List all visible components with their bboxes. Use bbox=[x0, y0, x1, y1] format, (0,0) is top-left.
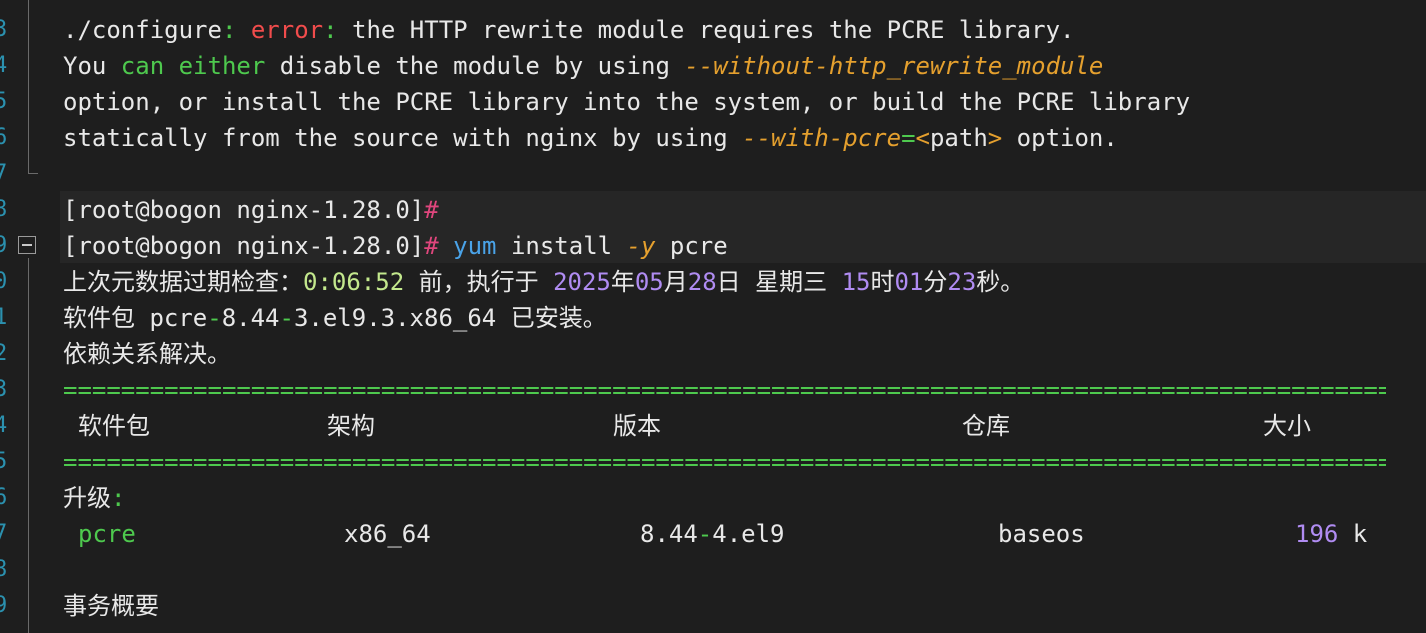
colon: : bbox=[221, 16, 237, 44]
error-line-4: statically from the source with nginx by… bbox=[63, 120, 1118, 156]
metadata-line: 上次元数据过期检查：0:06:52 前，执行于 2025年05月28日 星期三 … bbox=[63, 264, 1024, 300]
error-keyword: error bbox=[250, 16, 324, 44]
month: 05 bbox=[634, 268, 664, 296]
line-number: 6 bbox=[0, 125, 8, 150]
line-number: 7 bbox=[0, 161, 8, 186]
line-number: 1 bbox=[0, 305, 8, 330]
line-number: 8 bbox=[0, 197, 8, 222]
line-number: 5 bbox=[0, 89, 8, 114]
keyword-can: can bbox=[120, 52, 165, 80]
row-size: 196 k bbox=[1295, 516, 1367, 552]
second: 23 bbox=[947, 268, 977, 296]
option-with-pcre: --with-pcre bbox=[742, 124, 902, 152]
header-size: 大小 bbox=[1263, 412, 1311, 440]
error-message: the HTTP rewrite module requires the PCR… bbox=[337, 16, 1075, 44]
deps-line: 依赖关系解决。 bbox=[63, 340, 231, 368]
prompt-hash: # bbox=[424, 232, 439, 260]
text: You bbox=[63, 52, 121, 80]
error-line-2: You can either disable the module by usi… bbox=[63, 48, 1103, 84]
line-number: 7 bbox=[0, 521, 8, 546]
elapsed-time: 0:06:52 bbox=[303, 268, 405, 296]
text: 4.el9 bbox=[712, 520, 785, 548]
row-arch: x86_64 bbox=[344, 520, 431, 548]
summary-line: 事务概要 bbox=[63, 592, 159, 620]
row-package: pcre bbox=[78, 520, 136, 548]
fold-end-tick bbox=[28, 173, 38, 174]
upgrade-label: 升级: bbox=[63, 480, 125, 516]
line-number: 3 bbox=[0, 17, 8, 42]
line-number: 9 bbox=[0, 233, 8, 258]
text: option. bbox=[1002, 124, 1118, 152]
equals: = bbox=[901, 124, 916, 152]
minute: 01 bbox=[894, 268, 924, 296]
fold-guide bbox=[28, 0, 29, 174]
command-install: install bbox=[496, 232, 627, 260]
prompt-line-2: [root@bogon nginx-1.28.0]# yum install -… bbox=[63, 228, 728, 264]
text: 上次元数据过期检查： bbox=[63, 268, 303, 296]
row-version: 8.44-4.el9 bbox=[640, 516, 785, 552]
text: 8.44 bbox=[640, 520, 698, 548]
row-repo: baseos bbox=[998, 520, 1085, 548]
shell-prompt: [root@bogon nginx-1.28.0] bbox=[63, 232, 425, 260]
line-number: 6 bbox=[0, 485, 8, 510]
dash: - bbox=[207, 304, 222, 332]
text: 年 bbox=[610, 268, 635, 296]
header-repo: 仓库 bbox=[962, 412, 1010, 440]
text: 时 bbox=[870, 268, 895, 296]
fold-guide bbox=[28, 258, 29, 633]
option-without-rewrite: --without-http_rewrite_module bbox=[684, 52, 1104, 80]
line-number: 2 bbox=[0, 341, 8, 366]
path-placeholder: path bbox=[929, 124, 988, 152]
prompt-hash: # bbox=[424, 196, 439, 224]
angle-open: < bbox=[915, 124, 930, 152]
text: 前，执行于 bbox=[404, 268, 554, 296]
hour: 15 bbox=[841, 268, 871, 296]
version: 8.44 bbox=[221, 304, 280, 332]
command-package: pcre bbox=[655, 232, 728, 260]
text: 分 bbox=[923, 268, 948, 296]
text: 秒。 bbox=[976, 268, 1025, 296]
colon: : bbox=[111, 484, 126, 512]
dash: - bbox=[279, 304, 294, 332]
error-line-3: option, or install the PCRE library into… bbox=[63, 88, 1191, 116]
line-gutter: 3 4 5 6 7 8 9 0 1 2 3 4 5 6 7 8 9 bbox=[0, 0, 14, 633]
header-arch: 架构 bbox=[327, 412, 375, 440]
prompt-line-1: [root@bogon nginx-1.28.0]# bbox=[63, 192, 439, 228]
day: 28 bbox=[687, 268, 717, 296]
line-number: 3 bbox=[0, 377, 8, 402]
keyword-either: either bbox=[178, 52, 266, 80]
text: statically from the source with nginx by… bbox=[63, 124, 743, 152]
line-number: 9 bbox=[0, 593, 8, 618]
line-number: 8 bbox=[0, 557, 8, 582]
command-yum: yum bbox=[453, 232, 497, 260]
year: 2025 bbox=[553, 268, 611, 296]
header-version: 版本 bbox=[613, 412, 661, 440]
colon: : bbox=[323, 16, 338, 44]
text bbox=[164, 52, 178, 80]
error-line-1: ./configure: error: the HTTP rewrite mod… bbox=[63, 12, 1074, 48]
text: 软件包 pcre bbox=[63, 304, 208, 332]
line-number: 4 bbox=[0, 413, 8, 438]
configure-text: ./configure bbox=[63, 16, 222, 44]
text: 升级 bbox=[63, 484, 111, 512]
angle-close: > bbox=[987, 124, 1003, 152]
header-package: 软件包 bbox=[78, 412, 150, 440]
text: 月 bbox=[663, 268, 688, 296]
size-number: 196 bbox=[1295, 520, 1339, 548]
installed-line: 软件包 pcre-8.44-3.el9.3.x86_64 已安装。 bbox=[63, 300, 607, 336]
separator-line: ========================================… bbox=[63, 376, 1386, 404]
command-flag: -y bbox=[626, 232, 656, 260]
line-number: 0 bbox=[0, 269, 8, 294]
line-number: 4 bbox=[0, 53, 8, 78]
line-number: 5 bbox=[0, 449, 8, 474]
text: 3.el9.3.x86_64 已安装。 bbox=[293, 304, 607, 332]
size-unit: k bbox=[1338, 520, 1368, 548]
text: 日 星期三 bbox=[716, 268, 842, 296]
collapse-toggle-icon[interactable] bbox=[18, 236, 36, 254]
separator-line: ========================================… bbox=[63, 448, 1386, 476]
dash: - bbox=[697, 520, 713, 548]
text: disable the module by using bbox=[265, 52, 685, 80]
shell-prompt: [root@bogon nginx-1.28.0] bbox=[63, 196, 425, 224]
